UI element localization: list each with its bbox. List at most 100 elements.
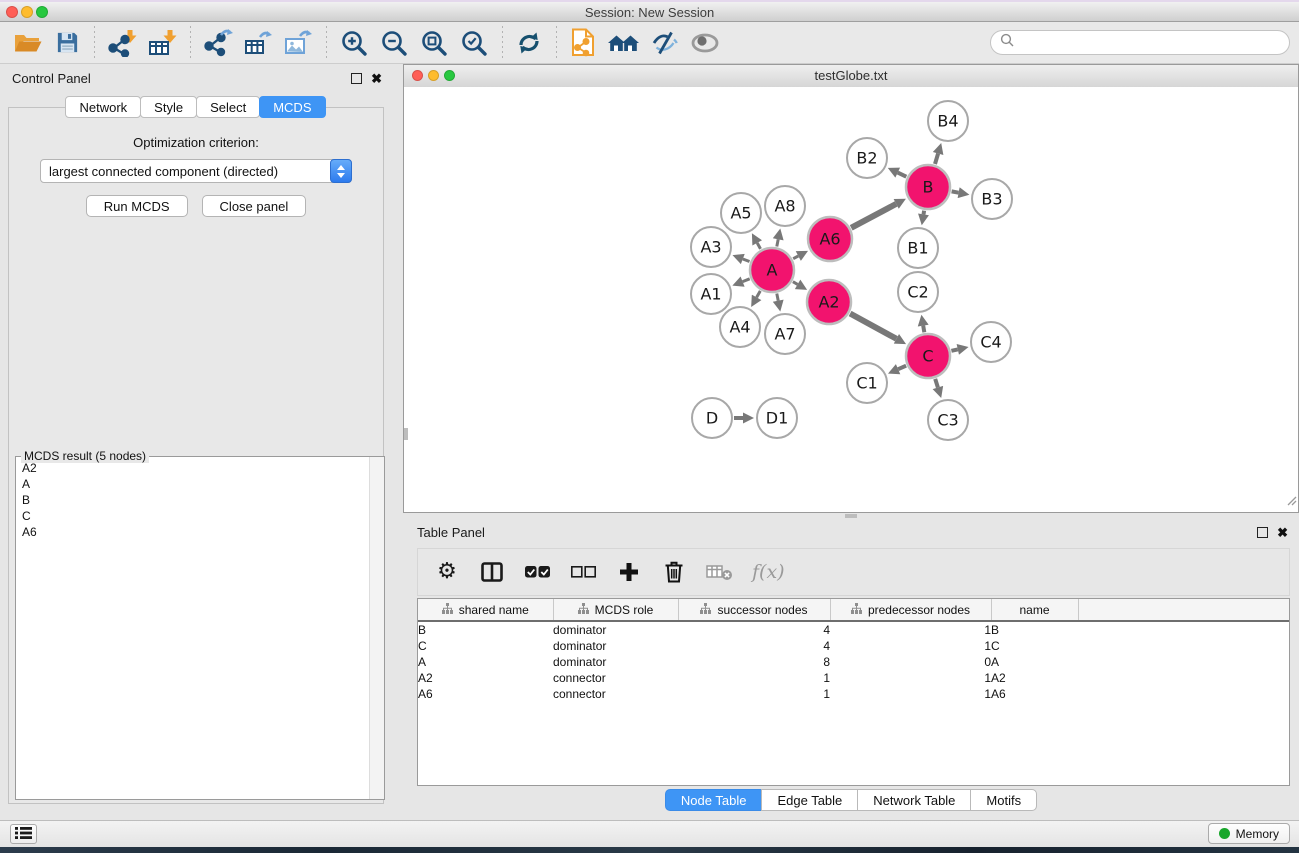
dropdown-stepper-icon[interactable]: [330, 159, 352, 183]
edge-A-A1[interactable]: [743, 279, 750, 282]
network-canvas[interactable]: B4B2BB3A8A5A6A3B1AC2A1A2A4A7C4CC1DD1C3: [404, 87, 1298, 512]
hide-graphics-details-button[interactable]: [645, 24, 685, 62]
delete-column-button[interactable]: [661, 560, 687, 584]
edge-A6-B[interactable]: [851, 204, 896, 228]
zoom-fit-button[interactable]: [414, 24, 454, 62]
float-panel-icon[interactable]: [351, 73, 362, 84]
node-A2[interactable]: A2: [807, 280, 851, 324]
tab-network[interactable]: Network: [65, 96, 141, 118]
table-row[interactable]: Bdominator41B: [418, 621, 1289, 638]
close-panel-icon[interactable]: ✖: [1277, 526, 1288, 539]
gear-button[interactable]: ⚙: [434, 561, 460, 583]
node-C2[interactable]: C2: [898, 272, 938, 312]
mcds-result-item[interactable]: B: [17, 492, 369, 508]
tab-node-table[interactable]: Node Table: [665, 789, 763, 811]
node-D1[interactable]: D1: [757, 398, 797, 438]
node-C[interactable]: C: [906, 334, 950, 378]
node-C1[interactable]: C1: [847, 363, 887, 403]
export-table-button[interactable]: [238, 24, 278, 62]
node-C4[interactable]: C4: [971, 322, 1011, 362]
node-C3[interactable]: C3: [928, 400, 968, 440]
edge-C-C1[interactable]: [898, 366, 906, 370]
scrollbar-thumb[interactable]: [845, 514, 857, 518]
resize-handle[interactable]: [1286, 493, 1297, 511]
scrollbar[interactable]: [369, 457, 384, 799]
mcds-result-item[interactable]: A6: [17, 524, 369, 540]
tab-motifs[interactable]: Motifs: [970, 789, 1037, 811]
task-history-button[interactable]: [10, 824, 37, 844]
network-window-titlebar[interactable]: testGlobe.txt: [404, 65, 1298, 88]
open-network-document-button[interactable]: [564, 24, 602, 62]
mcds-result-item[interactable]: C: [17, 508, 369, 524]
memory-button[interactable]: Memory: [1208, 823, 1290, 844]
edge-A-A5[interactable]: [757, 243, 760, 249]
table-row[interactable]: Adominator80A: [418, 654, 1289, 670]
node-A1[interactable]: A1: [691, 274, 731, 314]
column-header-shared-name[interactable]: shared name: [418, 599, 553, 621]
criterion-dropdown[interactable]: largest connected component (directed): [40, 159, 352, 183]
edge-C-C3[interactable]: [935, 379, 938, 388]
tab-edge-table[interactable]: Edge Table: [761, 789, 858, 811]
import-network-button[interactable]: [102, 24, 142, 62]
node-A3[interactable]: A3: [691, 227, 731, 267]
tab-mcds[interactable]: MCDS: [259, 96, 325, 118]
edge-A-A3[interactable]: [743, 259, 750, 262]
table-row[interactable]: A2connector11A2: [418, 670, 1289, 686]
column-header-name[interactable]: name: [991, 599, 1078, 621]
node-D[interactable]: D: [692, 398, 732, 438]
tab-select[interactable]: Select: [196, 96, 260, 118]
search-input[interactable]: [1020, 35, 1280, 51]
export-image-button[interactable]: [278, 24, 318, 62]
edge-A-A8[interactable]: [777, 239, 778, 246]
column-header-mcds-role[interactable]: MCDS role: [553, 599, 678, 621]
close-panel-button[interactable]: Close panel: [202, 195, 307, 217]
mcds-result-item[interactable]: A: [17, 476, 369, 492]
split-panel-button[interactable]: [479, 561, 505, 583]
tab-network-table[interactable]: Network Table: [857, 789, 971, 811]
refresh-button[interactable]: [510, 24, 548, 62]
edge-A-A2[interactable]: [793, 282, 798, 285]
table-row[interactable]: Cdominator41C: [418, 638, 1289, 654]
node-A6[interactable]: A6: [808, 217, 852, 261]
zoom-in-button[interactable]: [334, 24, 374, 62]
select-all-button[interactable]: [524, 564, 551, 580]
mcds-result-item[interactable]: A2: [17, 460, 369, 476]
edge-C-C2[interactable]: [923, 326, 924, 333]
edge-B-B4[interactable]: [935, 154, 938, 165]
node-A4[interactable]: A4: [720, 307, 760, 347]
node-A5[interactable]: A5: [721, 193, 761, 233]
show-graphics-details-button[interactable]: [685, 24, 725, 62]
zoom-out-button[interactable]: [374, 24, 414, 62]
node-A[interactable]: A: [750, 248, 794, 292]
save-session-button[interactable]: [48, 24, 86, 62]
open-session-button[interactable]: [8, 24, 48, 62]
node-B1[interactable]: B1: [898, 228, 938, 268]
column-header-predecessor-nodes[interactable]: predecessor nodes: [830, 599, 991, 621]
search-box[interactable]: [990, 30, 1290, 55]
column-header-successor-nodes[interactable]: successor nodes: [678, 599, 830, 621]
node-B4[interactable]: B4: [928, 101, 968, 141]
edge-A-A4[interactable]: [757, 291, 761, 298]
run-mcds-button[interactable]: Run MCDS: [86, 195, 188, 217]
scrollbar-thumb[interactable]: [404, 428, 408, 440]
table-row[interactable]: A6connector11A6: [418, 686, 1289, 702]
edge-A2-C[interactable]: [850, 314, 896, 339]
node-B3[interactable]: B3: [972, 179, 1012, 219]
home-button[interactable]: [602, 24, 645, 62]
edge-A-A6[interactable]: [793, 256, 798, 259]
edge-A-A7[interactable]: [777, 294, 778, 301]
import-table-button[interactable]: [142, 24, 182, 62]
node-B[interactable]: B: [906, 165, 950, 209]
edge-B-B1[interactable]: [924, 211, 925, 215]
node-B2[interactable]: B2: [847, 138, 887, 178]
export-network-button[interactable]: [198, 24, 238, 62]
close-panel-icon[interactable]: ✖: [371, 72, 382, 85]
tab-style[interactable]: Style: [140, 96, 197, 118]
edge-B-B2[interactable]: [898, 173, 907, 177]
float-panel-icon[interactable]: [1257, 527, 1268, 538]
edge-C-C4[interactable]: [951, 349, 957, 350]
add-column-button[interactable]: [616, 561, 642, 583]
deselect-all-button[interactable]: [570, 564, 597, 580]
node-A7[interactable]: A7: [765, 314, 805, 354]
zoom-selected-button[interactable]: [454, 24, 494, 62]
